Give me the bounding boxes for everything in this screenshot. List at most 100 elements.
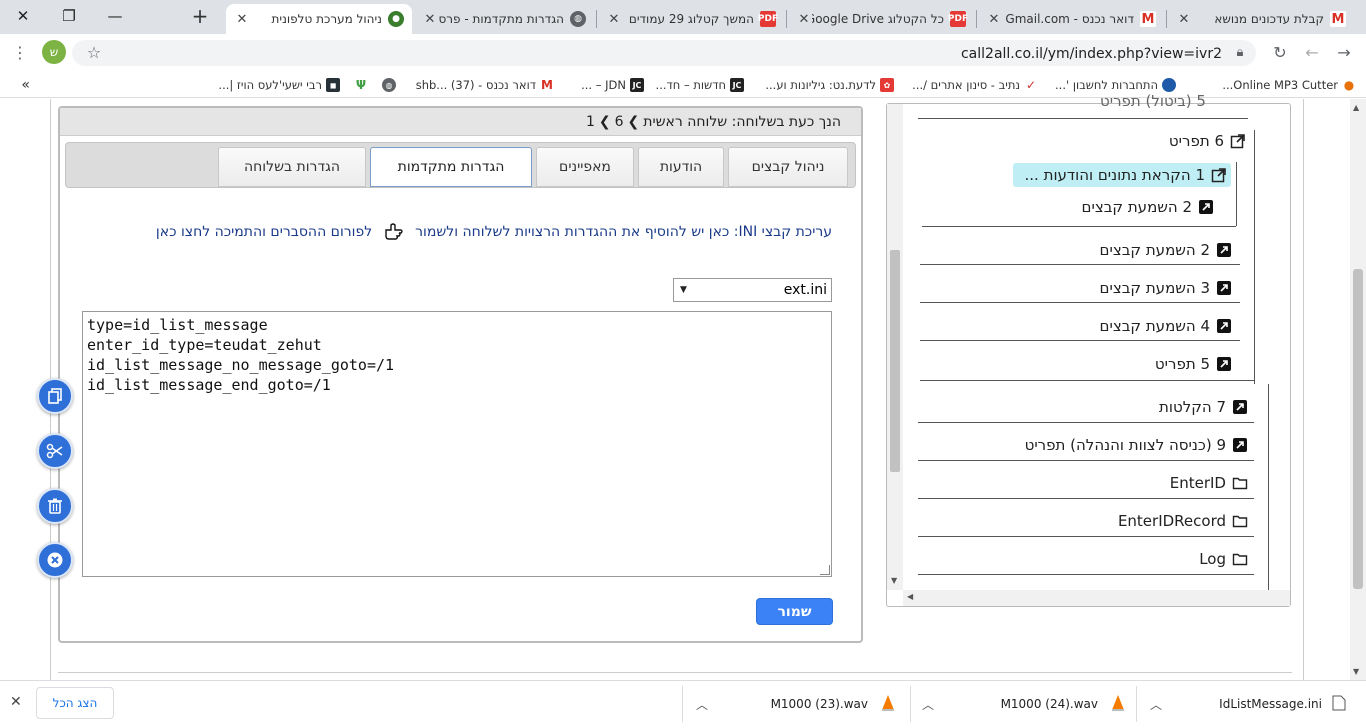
tree-line — [918, 536, 1254, 537]
cut-button[interactable] — [37, 433, 73, 469]
tree-line — [918, 460, 1254, 461]
reload-icon[interactable]: ↻ — [1268, 40, 1292, 64]
bookmark-item[interactable]: ✓ נתיב - סינון אתרים /... — [906, 76, 1038, 94]
tab-file-management[interactable]: ניהול קבצים — [728, 147, 848, 187]
menu-dots-icon[interactable]: ⋮ — [8, 40, 32, 64]
pdf-icon: PDF — [758, 11, 778, 27]
tree-node-folder[interactable]: EnterIDRecord — [1100, 510, 1248, 532]
scroll-up-icon[interactable]: ▲ — [1353, 103, 1359, 112]
tree-node-folder[interactable]: EnterID — [1140, 472, 1248, 494]
bookmark-star-icon[interactable]: ☆ — [82, 40, 106, 64]
tree-node[interactable]: 9 (כניסה לצוות והנהלה) תפריט — [996, 434, 1248, 456]
tab-close-icon[interactable]: ✕ — [606, 12, 622, 27]
ini-file-select[interactable]: ▼ ext.ini — [673, 278, 832, 302]
delete-button[interactable] — [37, 488, 73, 524]
scroll-down-icon[interactable]: ▼ — [891, 576, 897, 585]
tree-line — [1254, 130, 1255, 384]
scroll-down-icon[interactable]: ▼ — [1353, 667, 1359, 676]
bookmark-item[interactable]: Ψ — [352, 76, 368, 94]
jc-icon: JC — [730, 78, 744, 92]
tab-close-icon[interactable]: ✕ — [1176, 12, 1192, 27]
scrollbar-thumb[interactable] — [1353, 269, 1363, 589]
tree-line — [1268, 384, 1269, 590]
shortcut-icon — [1217, 357, 1231, 371]
tab-properties[interactable]: מאפיינים — [536, 147, 634, 187]
tree-line — [920, 340, 1240, 341]
forward-icon[interactable]: ← — [1300, 40, 1324, 64]
cancel-button[interactable] — [37, 542, 73, 578]
tree-node[interactable]: 7 הקלטות — [1136, 396, 1248, 418]
chevron-up-icon[interactable]: ︿ — [1150, 696, 1162, 713]
bookmark-item[interactable]: M דואר נכנס - shb... (37) — [402, 76, 554, 94]
globe-icon: ◍ — [570, 11, 586, 27]
bookmark-item[interactable]: ◼ רבי ישעי'לעס הויז |... — [200, 76, 340, 94]
scrollbar-thumb[interactable] — [890, 250, 900, 472]
tree-node-6-menu[interactable]: 6 תפריט — [1120, 130, 1246, 152]
breadcrumb-item[interactable]: 1 — [586, 114, 595, 130]
chevron-up-icon[interactable]: ︿ — [696, 696, 708, 713]
download-item[interactable]: IdListMessage.ini ︿ — [1150, 689, 1346, 719]
tree-node[interactable]: 3 השמעת קבצים — [1076, 277, 1232, 299]
window-restore-button[interactable]: ❐ — [46, 0, 92, 32]
editor-line: type=id_list_message — [87, 316, 268, 334]
tab-close-icon[interactable]: ✕ — [422, 12, 438, 27]
support-forum-link[interactable]: לפורום ההסברים והתמיכה לחצו כאן — [156, 224, 372, 240]
tree-scrollbar[interactable]: ▼ — [887, 104, 903, 590]
browser-tab[interactable]: ◍ הגדרות מתקדמות - פרס ✕ — [414, 4, 594, 34]
tree-node[interactable]: 5 תפריט — [1130, 353, 1232, 375]
pdf-icon: PDF — [948, 11, 968, 27]
portrait-icon: ◼ — [326, 78, 340, 92]
tree-hscrollbar[interactable]: ◀ — [903, 590, 1290, 606]
browser-tab-active[interactable]: ● ניהול מערכת טלפונית ✕ — [226, 4, 412, 34]
tab-advanced-settings[interactable]: הגדרות מתקדמות — [370, 147, 532, 187]
gmail-icon: M — [1330, 11, 1346, 27]
tree-node-folder[interactable]: Log — [1180, 548, 1248, 570]
window-close-button[interactable]: ✕ — [0, 0, 46, 32]
profile-avatar[interactable]: ש — [42, 40, 66, 64]
bookmark-item[interactable]: JC JDN – ... — [566, 76, 644, 94]
panel-breadcrumb: הנך כעת בשלוחה: שלוחה ראשית ❯ 6 ❯ 1 — [60, 108, 861, 136]
browser-tab[interactable]: M דואר נכנס - Gmail.com ✕ — [978, 4, 1164, 34]
show-all-downloads-button[interactable]: הצג הכל — [36, 687, 114, 719]
scroll-left-icon[interactable]: ◀ — [907, 592, 913, 601]
chevron-up-icon[interactable]: ︿ — [922, 696, 934, 713]
bookmarks-more-icon[interactable]: » — [10, 76, 30, 94]
url-text[interactable]: call2all.co.il/ym/index.php?view=ivr2 — [900, 46, 1222, 62]
ini-editor-textarea[interactable]: type=id_list_message enter_id_type=teudat… — [82, 311, 832, 577]
copy-button[interactable] — [37, 378, 73, 414]
breadcrumb-item[interactable]: 6 — [615, 114, 624, 130]
download-item[interactable]: M1000 (24).wav ︿ — [922, 689, 1126, 719]
new-tab-button[interactable]: + — [186, 4, 214, 28]
save-button[interactable]: שמור — [756, 598, 833, 625]
bookmark-item[interactable]: ● Online MP3 Cutter... — [1188, 76, 1356, 94]
external-link-icon — [1211, 168, 1226, 183]
bookmark-item[interactable]: התחברות לחשבון '... — [1046, 76, 1176, 94]
tree-node[interactable]: 4 השמעת קבצים — [1076, 315, 1232, 337]
close-downloads-icon[interactable]: ✕ — [10, 694, 22, 710]
tab-messages[interactable]: הודעות — [638, 147, 724, 187]
bookmark-item[interactable]: JC חדשות – חד... — [652, 76, 744, 94]
tree-node[interactable]: 5 (ביטול) תפריט — [1100, 94, 1206, 108]
tab-close-icon[interactable]: ✕ — [234, 12, 250, 27]
tree-node-selected[interactable]: 1 הקראת נתונים והודעות ... — [1013, 163, 1231, 187]
vlc-cone-icon — [880, 694, 896, 715]
bookmark-item[interactable]: ✿ לדעת.נט: גיליונות וע... — [754, 76, 894, 94]
tab-close-icon[interactable]: ✕ — [986, 12, 1002, 27]
huawei-icon: ✿ — [880, 78, 894, 92]
download-item[interactable]: M1000 (23).wav ︿ — [696, 689, 896, 719]
lock-icon[interactable]: 🔒︎ — [1228, 40, 1252, 64]
shortcut-icon — [1233, 438, 1247, 452]
tree-node[interactable]: 2 השמעת קבצים — [1060, 196, 1214, 218]
tree-node[interactable]: 2 השמעת קבצים — [1076, 239, 1232, 261]
page-scrollbar[interactable]: ▲ ▼ — [1350, 99, 1366, 680]
resize-grip-icon[interactable] — [820, 565, 830, 575]
back-icon[interactable]: → — [1332, 40, 1356, 64]
window-minimize-button[interactable]: — — [92, 0, 138, 32]
browser-tab[interactable]: PDF המשך קטלוג 29 עמודים ✕ — [598, 4, 784, 34]
tab-close-icon[interactable]: ✕ — [796, 12, 812, 27]
browser-tab[interactable]: M קבלת עדכונים מנושא ✕ — [1168, 4, 1354, 34]
tab-separator — [596, 10, 597, 28]
tab-extension-settings[interactable]: הגדרות בשלוחה — [218, 147, 366, 187]
bookmark-item[interactable]: ◍ — [380, 76, 396, 94]
browser-tab[interactable]: PDF כל הקטלוג Google Drive ✕ — [788, 4, 974, 34]
